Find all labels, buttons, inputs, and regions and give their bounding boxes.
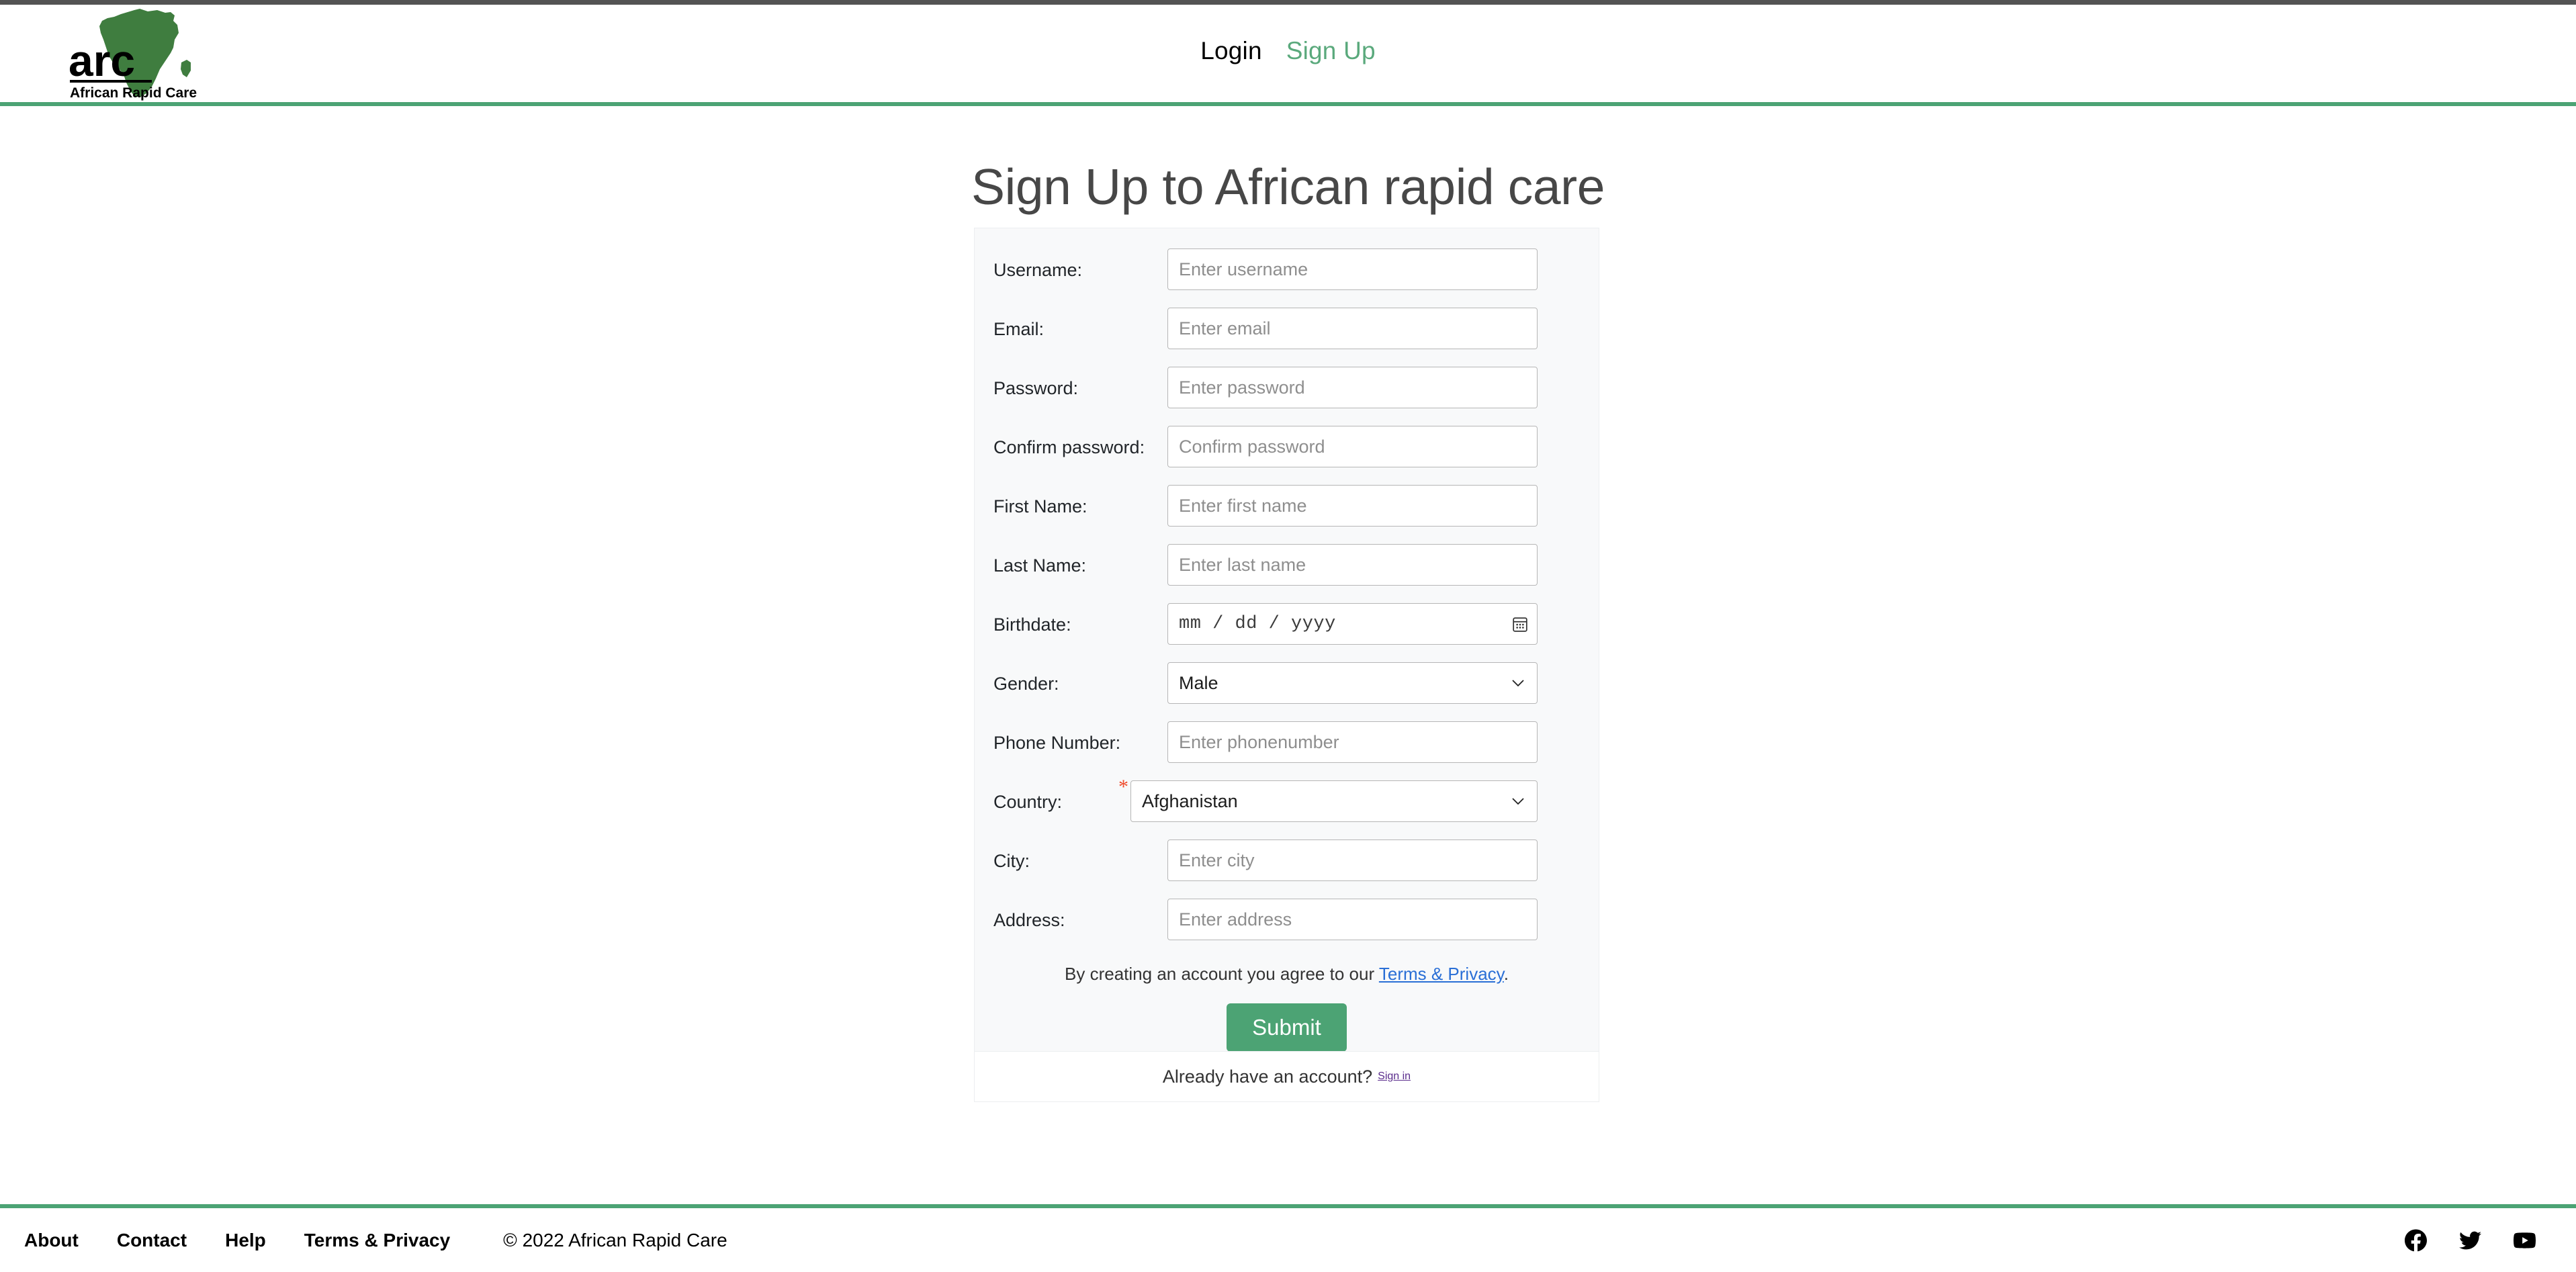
field-control: mm / dd / yyyy <box>1167 603 1538 645</box>
field-label: Email: <box>993 319 1045 339</box>
input-field[interactable] <box>1167 899 1538 940</box>
form-field-row: Address: <box>975 890 1599 949</box>
field-control <box>1167 426 1538 467</box>
nav-link-signup[interactable]: Sign Up <box>1286 37 1376 65</box>
input-field[interactable] <box>1167 426 1538 467</box>
field-control: Afghanistan <box>1130 780 1538 822</box>
form-field-row: Password: <box>975 358 1599 417</box>
field-label: Username: <box>993 260 1083 280</box>
field-label: Password: <box>993 378 1079 398</box>
field-label: Address: <box>993 910 1065 930</box>
submit-button[interactable]: Submit <box>1227 1003 1347 1052</box>
chevron-down-icon <box>1512 798 1524 805</box>
footer-link[interactable]: Terms & Privacy <box>304 1230 450 1251</box>
field-control <box>1167 367 1538 408</box>
country-select[interactable]: Afghanistan <box>1130 780 1538 822</box>
field-label: First Name: <box>993 496 1087 516</box>
input-field[interactable] <box>1167 485 1538 527</box>
main-nav: Login Sign Up <box>0 37 2576 65</box>
field-label: Confirm password: <box>993 437 1145 457</box>
field-label: City: <box>993 851 1030 871</box>
youtube-glyph <box>2514 1232 2536 1248</box>
input-field[interactable] <box>1167 308 1538 349</box>
browser-chrome-strip <box>0 0 2576 5</box>
terms-privacy-link[interactable]: Terms & Privacy <box>1379 964 1504 984</box>
form-field-row: Confirm password: <box>975 417 1599 476</box>
date-placeholder-text: mm / dd / yyyy <box>1179 614 1336 634</box>
footer-link[interactable]: Contact <box>117 1230 187 1251</box>
input-field[interactable] <box>1167 721 1538 763</box>
footer-social-links <box>2405 1229 2536 1251</box>
page-title: Sign Up to African rapid care <box>971 158 1605 216</box>
field-control <box>1167 839 1538 881</box>
footer-copyright: © 2022 African Rapid Care <box>503 1229 727 1251</box>
signin-link[interactable]: Sign in <box>1378 1071 1411 1083</box>
gender-select[interactable]: Male <box>1167 662 1538 704</box>
form-field-row: Gender: Male <box>975 653 1599 713</box>
field-label: Phone Number: <box>993 733 1121 753</box>
input-field[interactable] <box>1167 248 1538 290</box>
youtube-icon[interactable] <box>2514 1229 2536 1251</box>
terms-agreement-text: By creating an account you agree to our … <box>975 964 1599 985</box>
calendar-icon[interactable] <box>1513 616 1527 632</box>
form-field-row: Phone Number: <box>975 713 1599 772</box>
field-control <box>1167 485 1538 527</box>
facebook-icon[interactable] <box>2405 1229 2427 1251</box>
field-control <box>1167 721 1538 763</box>
input-field[interactable] <box>1167 839 1538 881</box>
chevron-down-icon <box>1512 680 1524 687</box>
terms-suffix: . <box>1503 964 1509 984</box>
form-field-row: City: <box>975 831 1599 890</box>
form-fields: Username: Email: Password: Confirm password… <box>975 240 1599 949</box>
twitter-icon[interactable] <box>2459 1229 2481 1251</box>
required-asterisk: * <box>1118 776 1128 798</box>
select-value: Male <box>1179 672 1218 693</box>
input-field[interactable] <box>1167 544 1538 586</box>
signin-prompt: Already have an account? <box>1162 1066 1373 1087</box>
terms-prefix: By creating an account you agree to our <box>1065 964 1379 984</box>
facebook-glyph <box>2405 1229 2427 1251</box>
twitter-glyph <box>2459 1231 2481 1249</box>
nav-link-login[interactable]: Login <box>1200 37 1262 65</box>
signup-form-card: Username: Email: Password: Confirm password… <box>974 228 1599 1074</box>
svg-text:African Rapid Care: African Rapid Care <box>70 85 197 101</box>
field-control <box>1167 248 1538 290</box>
footer-link[interactable]: Help <box>225 1230 266 1251</box>
form-field-row: Birthdate: mm / dd / yyyy <box>975 594 1599 653</box>
submit-row: Submit <box>975 1003 1599 1052</box>
field-control: Male <box>1167 662 1538 704</box>
field-control <box>1167 544 1538 586</box>
field-control <box>1167 308 1538 349</box>
select-value: Afghanistan <box>1142 790 1238 811</box>
site-footer: About Contact Help Terms & Privacy © 2022 A… <box>0 1204 2576 1272</box>
field-label: Country: <box>993 792 1063 812</box>
field-control <box>1167 899 1538 940</box>
field-label: Gender: <box>993 674 1059 694</box>
form-field-row: Country: * Afghanistan <box>975 772 1599 831</box>
form-field-row: Username: <box>975 240 1599 299</box>
footer-links: About Contact Help Terms & Privacy <box>24 1230 488 1251</box>
field-label: Last Name: <box>993 555 1087 576</box>
footer-link[interactable]: About <box>24 1230 79 1251</box>
form-field-row: Email: <box>975 299 1599 358</box>
site-header: arc African Rapid Care Login Sign Up <box>0 5 2576 106</box>
field-label: Birthdate: <box>993 615 1071 635</box>
form-field-row: Last Name: <box>975 535 1599 594</box>
form-field-row: First Name: <box>975 476 1599 535</box>
birthdate-input[interactable]: mm / dd / yyyy <box>1167 603 1538 645</box>
signin-card: Already have an account? Sign in <box>974 1051 1599 1102</box>
input-field[interactable] <box>1167 367 1538 408</box>
